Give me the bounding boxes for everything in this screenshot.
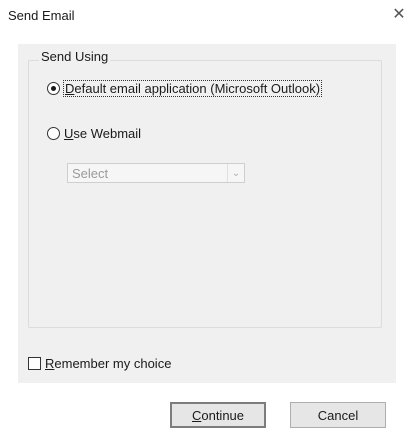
cancel-button[interactable]: Cancel — [290, 402, 386, 428]
webmail-select-value: Select — [72, 166, 109, 181]
continue-button[interactable]: Continue — [170, 402, 266, 428]
webmail-select[interactable]: Select ⌄ — [67, 163, 245, 183]
webmail-label: Use Webmail — [64, 126, 142, 141]
dialog-title: Send Email — [8, 8, 75, 23]
chevron-down-icon: ⌄ — [227, 164, 244, 182]
default-email-radio[interactable] — [47, 82, 60, 95]
default-email-label: Default email application (Microsoft Out… — [62, 80, 323, 97]
default-email-option[interactable]: Default email application (Microsoft Out… — [47, 80, 323, 97]
remember-choice-checkbox[interactable] — [28, 357, 41, 370]
webmail-option[interactable]: Use Webmail — [47, 126, 141, 141]
webmail-radio[interactable] — [47, 127, 60, 140]
remember-choice-option[interactable]: Remember my choice — [28, 356, 171, 371]
dialog-content: Send Using Default email application (Mi… — [18, 44, 396, 383]
close-icon[interactable]: ✕ — [390, 6, 408, 24]
send-using-group-title: Send Using — [39, 49, 111, 64]
remember-choice-label: Remember my choice — [45, 356, 172, 371]
send-using-group: Send Using Default email application (Mi… — [28, 49, 382, 328]
